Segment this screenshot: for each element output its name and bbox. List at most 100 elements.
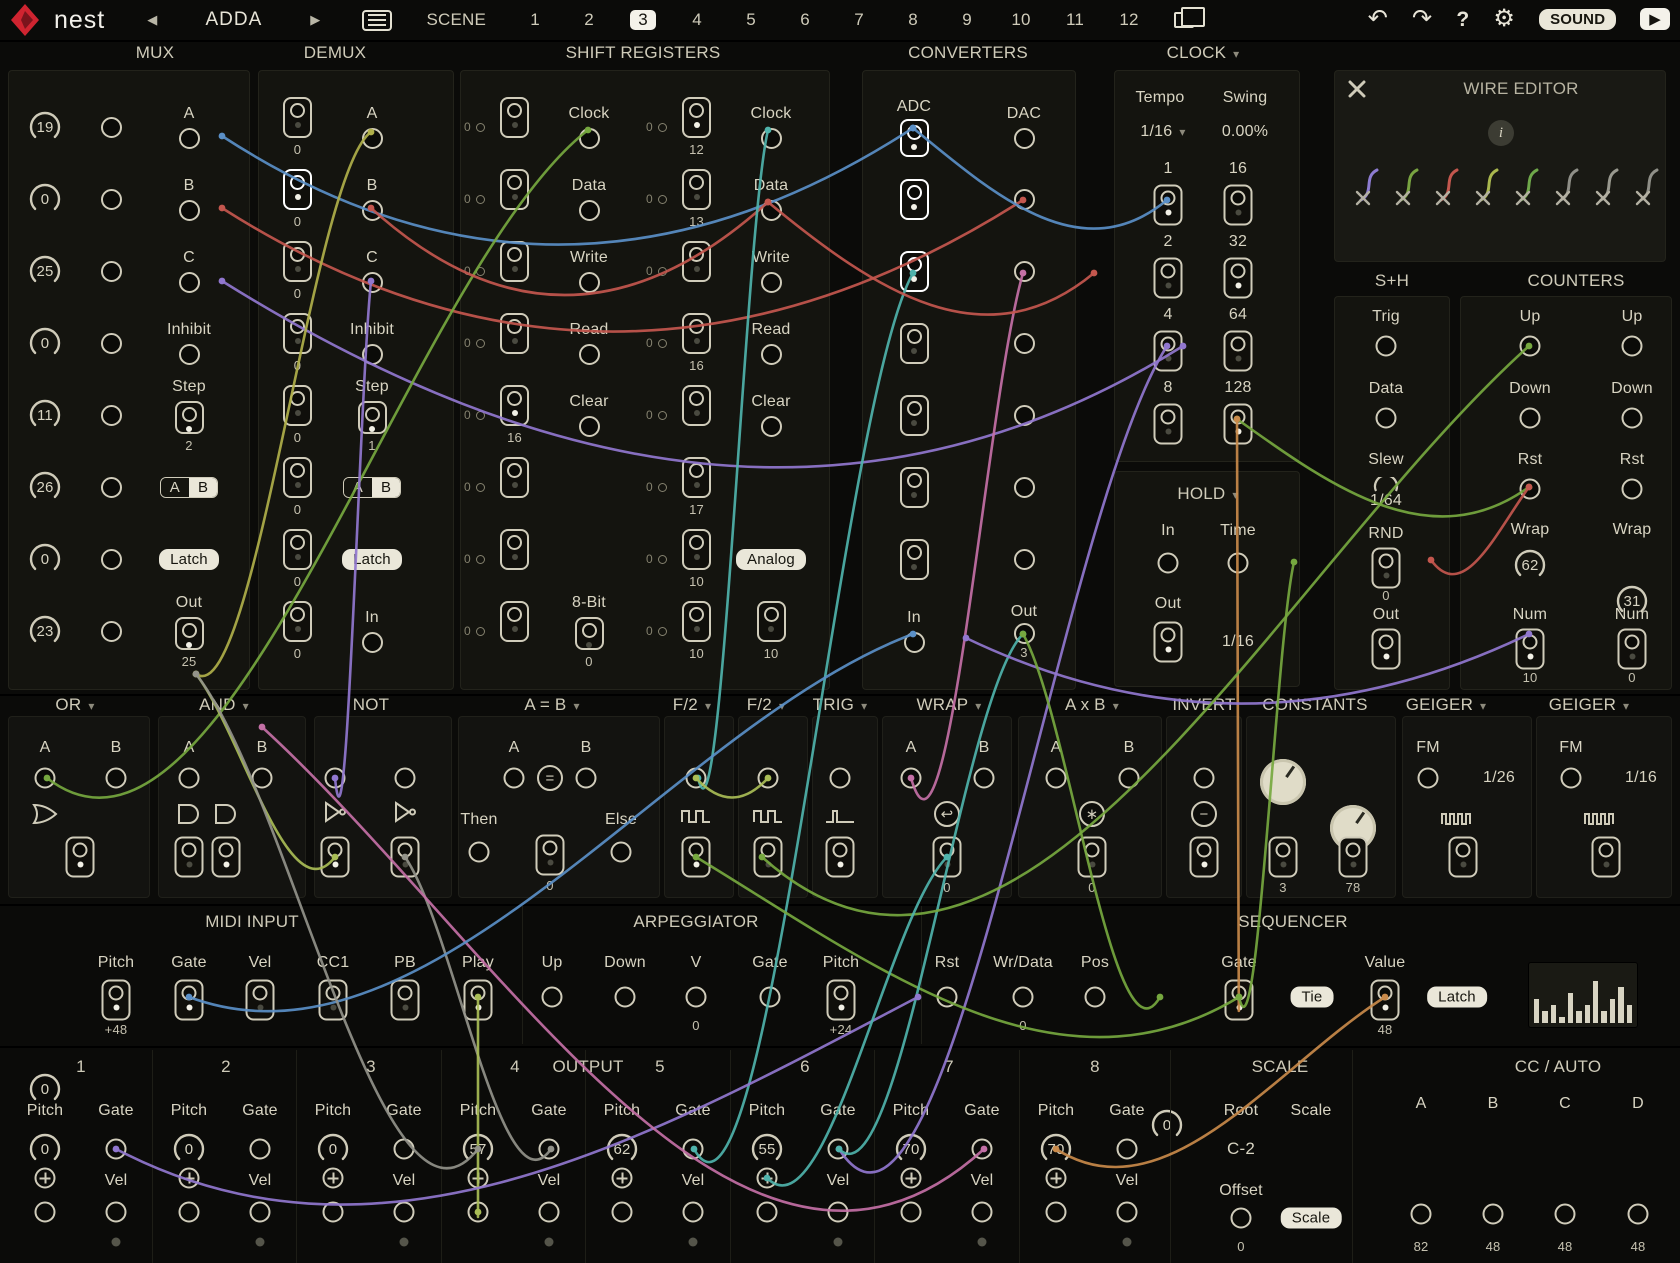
sr1-cell-6[interactable] (500, 457, 529, 498)
vel-port[interactable] (106, 1202, 127, 1223)
mux-cv-port-4[interactable] (101, 333, 122, 354)
midi-vel-slot[interactable] (246, 980, 275, 1021)
or-out-slot[interactable] (66, 837, 95, 878)
sr2-cell-3[interactable] (682, 241, 711, 282)
mux-step-slot[interactable] (175, 401, 204, 434)
duplicate-scene-icon[interactable] (1174, 12, 1194, 28)
f2a-out-slot[interactable] (682, 837, 711, 878)
demux-out-slot-4[interactable] (283, 313, 312, 354)
clock-div-128-slot[interactable] (1224, 404, 1253, 445)
mux-knob-3[interactable]: 25 (27, 253, 63, 289)
sr1-cell-4[interactable] (500, 313, 529, 354)
counter1-down-port[interactable] (1520, 408, 1541, 429)
geiger1-title[interactable]: GEIGER (1406, 695, 1487, 715)
mux-knob-7[interactable]: 0 (27, 541, 63, 577)
preset-name[interactable]: ADDA (205, 9, 262, 31)
seq-wrdata-port[interactable] (1013, 987, 1034, 1008)
adc-slot-3[interactable] (900, 251, 929, 292)
and-title[interactable]: AND (199, 695, 249, 715)
gate-port[interactable] (972, 1139, 993, 1160)
clock-div-8-slot[interactable] (1154, 404, 1183, 445)
clock-div-1-slot[interactable] (1154, 185, 1183, 226)
invert-in-port[interactable] (1194, 768, 1215, 789)
sh-slew-knob[interactable] (1373, 477, 1399, 493)
sr1-write-port[interactable] (579, 272, 600, 293)
sh-trig-port[interactable] (1376, 336, 1397, 357)
seq-gate-slot[interactable] (1225, 980, 1254, 1021)
mux-latch-button[interactable]: Latch (159, 549, 219, 570)
pitch-cv-port[interactable] (901, 1202, 922, 1223)
sr1-read-port[interactable] (579, 344, 600, 365)
mux-knob-4[interactable]: 0 (27, 325, 63, 361)
trig-out-slot[interactable] (826, 837, 855, 878)
midi-play-slot[interactable] (464, 980, 493, 1021)
close-icon[interactable] (1348, 80, 1366, 98)
adc-slot-1[interactable] (900, 119, 929, 157)
and-out-slot-1[interactable] (175, 837, 204, 878)
menu-icon[interactable] (362, 10, 392, 31)
arp-up-port[interactable] (542, 987, 563, 1008)
mux-toggle-b[interactable]: B (189, 478, 217, 497)
wrap-out-slot[interactable] (933, 837, 962, 878)
scene-tab-4[interactable]: 4 (684, 10, 710, 30)
counter2-rst-port[interactable] (1622, 479, 1643, 500)
sr2-cell-5[interactable] (682, 385, 711, 426)
pitch-cv-port[interactable] (468, 1202, 489, 1223)
or-title[interactable]: OR (55, 695, 94, 715)
pitch-cv-port[interactable] (612, 1202, 633, 1223)
pitch-knob[interactable]: 57 (460, 1131, 496, 1167)
gate-port[interactable] (250, 1139, 271, 1160)
demux-step-slot[interactable] (358, 401, 387, 434)
vel-port[interactable] (972, 1202, 993, 1223)
f2a-title[interactable]: F/2 (673, 695, 711, 715)
scene-tab-10[interactable]: 10 (1008, 10, 1034, 30)
wire-editor-wire-icon[interactable] (1513, 167, 1543, 207)
wrap-a-port[interactable] (901, 768, 922, 789)
sr2-cell-6[interactable] (682, 457, 711, 498)
invert-out-slot[interactable] (1190, 837, 1219, 878)
sr2-cell-7[interactable] (682, 529, 711, 570)
gate-port[interactable] (106, 1139, 127, 1160)
geiger2-rate-value[interactable]: 1/16 (1625, 769, 1657, 787)
hold-title[interactable]: HOLD (1177, 484, 1238, 504)
sr2-analog-button[interactable]: Analog (736, 549, 806, 570)
counter2-num-slot[interactable] (1618, 629, 1647, 670)
scale-root-value[interactable]: C-2 (1227, 1139, 1255, 1159)
pitch-knob[interactable]: 0 (171, 1131, 207, 1167)
not2-in-port[interactable] (395, 768, 416, 789)
vel-port[interactable] (250, 1202, 271, 1223)
midi-cc1-slot[interactable] (319, 980, 348, 1021)
mux-cv-port-3[interactable] (101, 261, 122, 282)
mux-out-slot[interactable] (175, 617, 204, 650)
pitch-mod-port[interactable] (901, 1168, 922, 1189)
pitch-mod-port[interactable] (179, 1168, 200, 1189)
mux-c-port[interactable] (179, 272, 200, 293)
sh-rnd-slot[interactable] (1372, 548, 1401, 589)
gate-port[interactable] (539, 1139, 560, 1160)
seq-value-slot[interactable] (1371, 980, 1400, 1021)
wire-editor-wire-icon[interactable] (1393, 167, 1423, 207)
and-b-port[interactable] (252, 768, 273, 789)
counter1-up-port[interactable] (1520, 336, 1541, 357)
dac-port-5[interactable] (1014, 405, 1035, 426)
pitch-mod-port[interactable] (35, 1168, 56, 1189)
pitch-knob[interactable]: 0 (315, 1131, 351, 1167)
constant1-slot[interactable] (1269, 837, 1298, 878)
wire-editor-wire-icon[interactable] (1353, 167, 1383, 207)
pitch-knob[interactable]: 55 (749, 1131, 785, 1167)
mux-ab-toggle[interactable]: AB (160, 477, 218, 498)
dac-port-2[interactable] (1014, 189, 1035, 210)
undo-icon[interactable]: ↶ (1368, 7, 1388, 31)
sh-out-slot[interactable] (1372, 629, 1401, 670)
midi-gate-slot[interactable] (175, 980, 204, 1021)
sr2-clock-port[interactable] (761, 128, 782, 149)
adc-slot-2[interactable] (900, 179, 929, 220)
scene-tab-7[interactable]: 7 (846, 10, 872, 30)
axb-out-slot[interactable] (1078, 837, 1107, 878)
demux-out-slot-5[interactable] (283, 385, 312, 426)
wrap-b-port[interactable] (974, 768, 995, 789)
demux-toggle-b[interactable]: B (372, 478, 400, 497)
adc-slot-4[interactable] (900, 323, 929, 364)
sr2-cell-2[interactable] (682, 169, 711, 210)
hold-in-port[interactable] (1158, 553, 1179, 574)
